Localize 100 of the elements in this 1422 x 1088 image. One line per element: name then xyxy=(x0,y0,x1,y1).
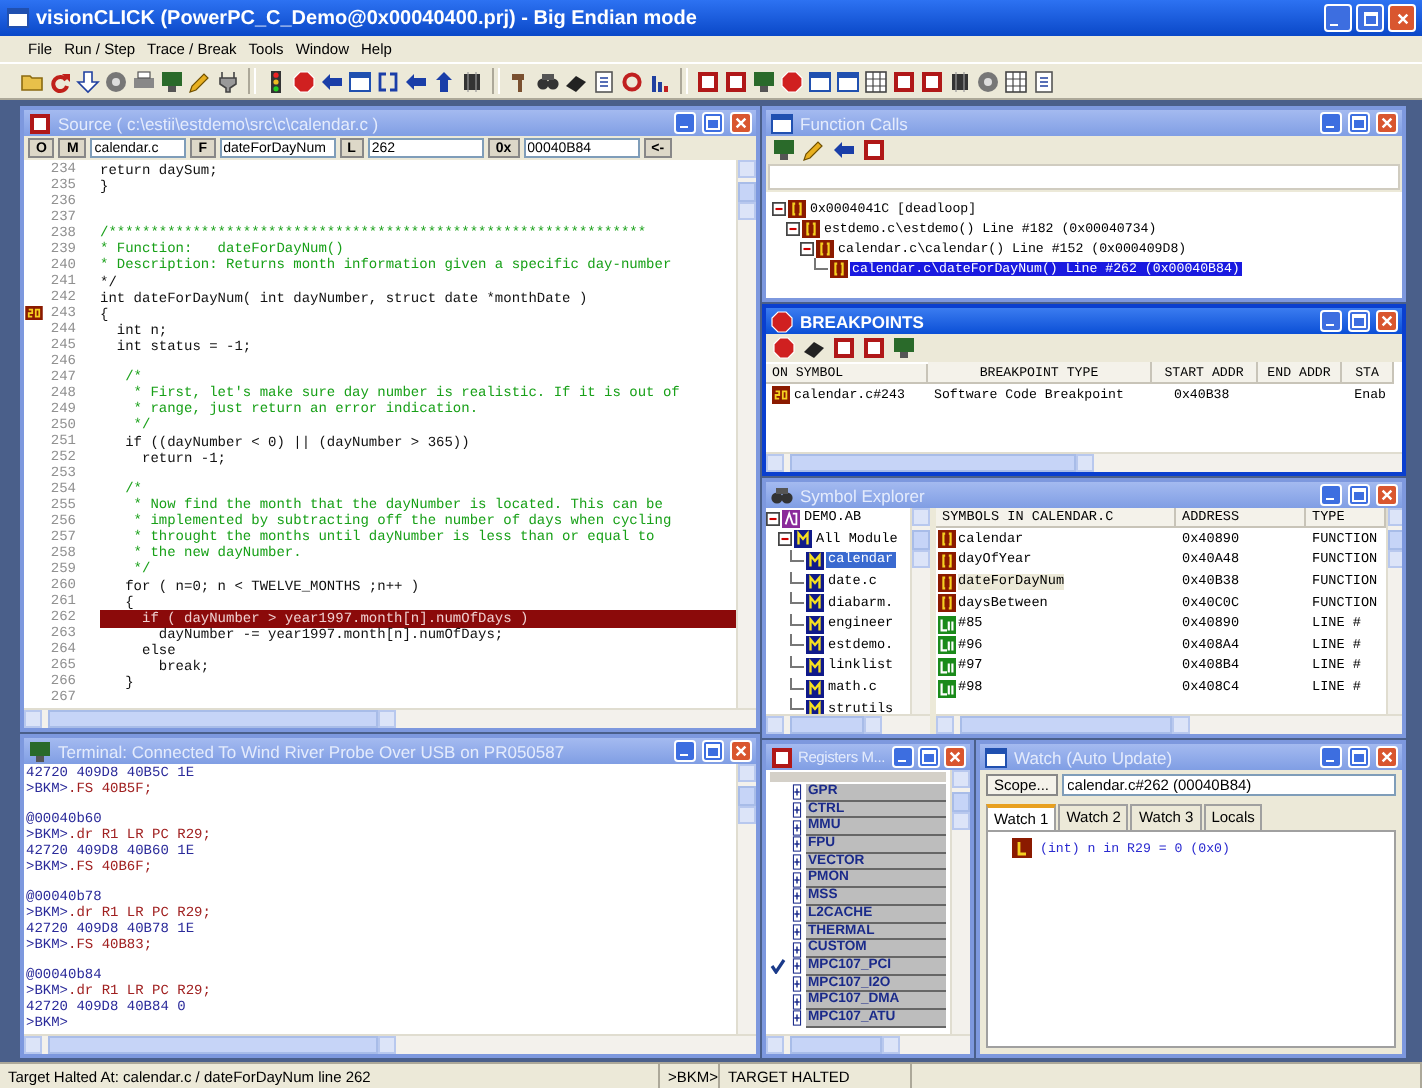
window-icon[interactable] xyxy=(6,6,30,30)
window-icon[interactable] xyxy=(770,111,794,135)
maximize-button[interactable] xyxy=(918,746,940,768)
minimize-button[interactable] xyxy=(892,746,914,768)
close-button[interactable] xyxy=(1376,484,1398,506)
stop-icon[interactable] xyxy=(292,69,316,93)
maximize-button[interactable] xyxy=(702,112,724,134)
close-button[interactable] xyxy=(1376,112,1398,134)
minimize-button[interactable] xyxy=(1320,310,1342,332)
window-icon[interactable] xyxy=(984,745,1008,769)
arrow-left-icon[interactable] xyxy=(404,69,428,93)
minimize-button[interactable] xyxy=(674,740,696,762)
monitor-icon[interactable] xyxy=(752,69,776,93)
close-button[interactable] xyxy=(730,740,752,762)
expand-icon[interactable] xyxy=(792,923,802,940)
input-field[interactable] xyxy=(768,164,1400,190)
plug-icon[interactable] xyxy=(216,69,240,93)
expand-icon[interactable] xyxy=(792,802,802,819)
breakpoint-icon[interactable] xyxy=(24,306,44,320)
collapse-icon[interactable] xyxy=(766,511,780,526)
expand-icon[interactable] xyxy=(792,854,802,871)
maximize-button[interactable] xyxy=(1356,4,1384,32)
expand-icon[interactable] xyxy=(792,888,802,905)
close-button[interactable] xyxy=(730,112,752,134)
redo-icon[interactable] xyxy=(48,69,72,93)
horizontal-scrollbar[interactable] xyxy=(766,1034,970,1054)
expand-icon[interactable] xyxy=(792,784,802,801)
expand-icon[interactable] xyxy=(792,906,802,923)
expand-icon[interactable] xyxy=(792,975,802,992)
vertical-scrollbar[interactable] xyxy=(950,770,970,1034)
pencil-icon[interactable] xyxy=(188,69,212,93)
arrow-left-icon[interactable] xyxy=(320,69,344,93)
minimize-button[interactable] xyxy=(1320,746,1342,768)
maximize-button[interactable] xyxy=(1348,484,1370,506)
tile-icon[interactable] xyxy=(862,336,886,360)
window-icon[interactable] xyxy=(836,69,860,93)
tile-icon[interactable] xyxy=(696,69,720,93)
chip-icon[interactable] xyxy=(948,69,972,93)
document-icon[interactable] xyxy=(1032,69,1056,93)
maximize-button[interactable] xyxy=(1348,112,1370,134)
gear-icon[interactable] xyxy=(976,69,1000,93)
maximize-button[interactable] xyxy=(1348,310,1370,332)
close-button[interactable] xyxy=(1376,310,1398,332)
window-icon[interactable] xyxy=(348,69,372,93)
window-title-bar[interactable]: BREAKPOINTS xyxy=(766,308,1402,334)
horizontal-scrollbar[interactable] xyxy=(766,452,1402,472)
expand-icon[interactable] xyxy=(792,819,802,836)
stop-icon[interactable] xyxy=(780,69,804,93)
monitor-icon[interactable] xyxy=(892,336,916,360)
vertical-scrollbar[interactable] xyxy=(736,764,756,1034)
expand-icon[interactable] xyxy=(792,993,802,1010)
tile-icon[interactable] xyxy=(832,336,856,360)
bracket-icon[interactable] xyxy=(376,69,400,93)
collapse-icon[interactable] xyxy=(800,241,814,255)
tile-icon[interactable] xyxy=(892,69,916,93)
horizontal-scrollbar[interactable] xyxy=(766,714,930,734)
ring-icon[interactable] xyxy=(620,69,644,93)
arrow-left-icon[interactable] xyxy=(832,138,856,162)
collapse-icon[interactable] xyxy=(772,201,786,215)
collapse-icon[interactable] xyxy=(778,532,792,547)
monitor-icon[interactable] xyxy=(28,739,52,763)
expand-icon[interactable] xyxy=(792,836,802,853)
tile-icon[interactable] xyxy=(28,111,52,135)
arrow-up-icon[interactable] xyxy=(432,69,456,93)
document-icon[interactable] xyxy=(592,69,616,93)
tile-icon[interactable] xyxy=(724,69,748,93)
collapse-icon[interactable] xyxy=(786,221,800,235)
tile-icon[interactable] xyxy=(920,69,944,93)
checkmark-icon[interactable] xyxy=(770,958,786,975)
minimize-button[interactable] xyxy=(674,112,696,134)
minimize-button[interactable] xyxy=(1320,112,1342,134)
expand-icon[interactable] xyxy=(792,1010,802,1027)
vertical-scrollbar[interactable] xyxy=(736,160,756,708)
arrow-down-icon[interactable] xyxy=(76,69,100,93)
expand-icon[interactable] xyxy=(792,871,802,888)
vertical-scrollbar[interactable] xyxy=(910,508,930,714)
grid-icon[interactable] xyxy=(1004,69,1028,93)
monitor-icon[interactable] xyxy=(772,138,796,162)
close-button[interactable] xyxy=(1388,4,1416,32)
stop-icon[interactable] xyxy=(772,336,796,360)
gear-icon[interactable] xyxy=(104,69,128,93)
binoculars-icon[interactable] xyxy=(536,69,560,93)
window-icon[interactable] xyxy=(808,69,832,93)
binoculars-icon[interactable] xyxy=(770,483,794,507)
chip-icon[interactable] xyxy=(460,69,484,93)
expand-icon[interactable] xyxy=(792,941,802,958)
maximize-button[interactable] xyxy=(702,740,724,762)
horizontal-scrollbar[interactable] xyxy=(24,708,756,728)
vertical-scrollbar[interactable] xyxy=(1386,508,1402,714)
tile-icon[interactable] xyxy=(862,138,886,162)
close-button[interactable] xyxy=(944,746,966,768)
close-button[interactable] xyxy=(1376,746,1398,768)
printer-icon[interactable] xyxy=(132,69,156,93)
stop-icon[interactable] xyxy=(770,309,794,333)
minimize-button[interactable] xyxy=(1320,484,1342,506)
tile-icon[interactable] xyxy=(770,745,794,769)
monitor-icon[interactable] xyxy=(160,69,184,93)
horizontal-scrollbar[interactable] xyxy=(24,1034,756,1054)
horizontal-scrollbar[interactable] xyxy=(936,714,1402,734)
minimize-button[interactable] xyxy=(1324,4,1352,32)
